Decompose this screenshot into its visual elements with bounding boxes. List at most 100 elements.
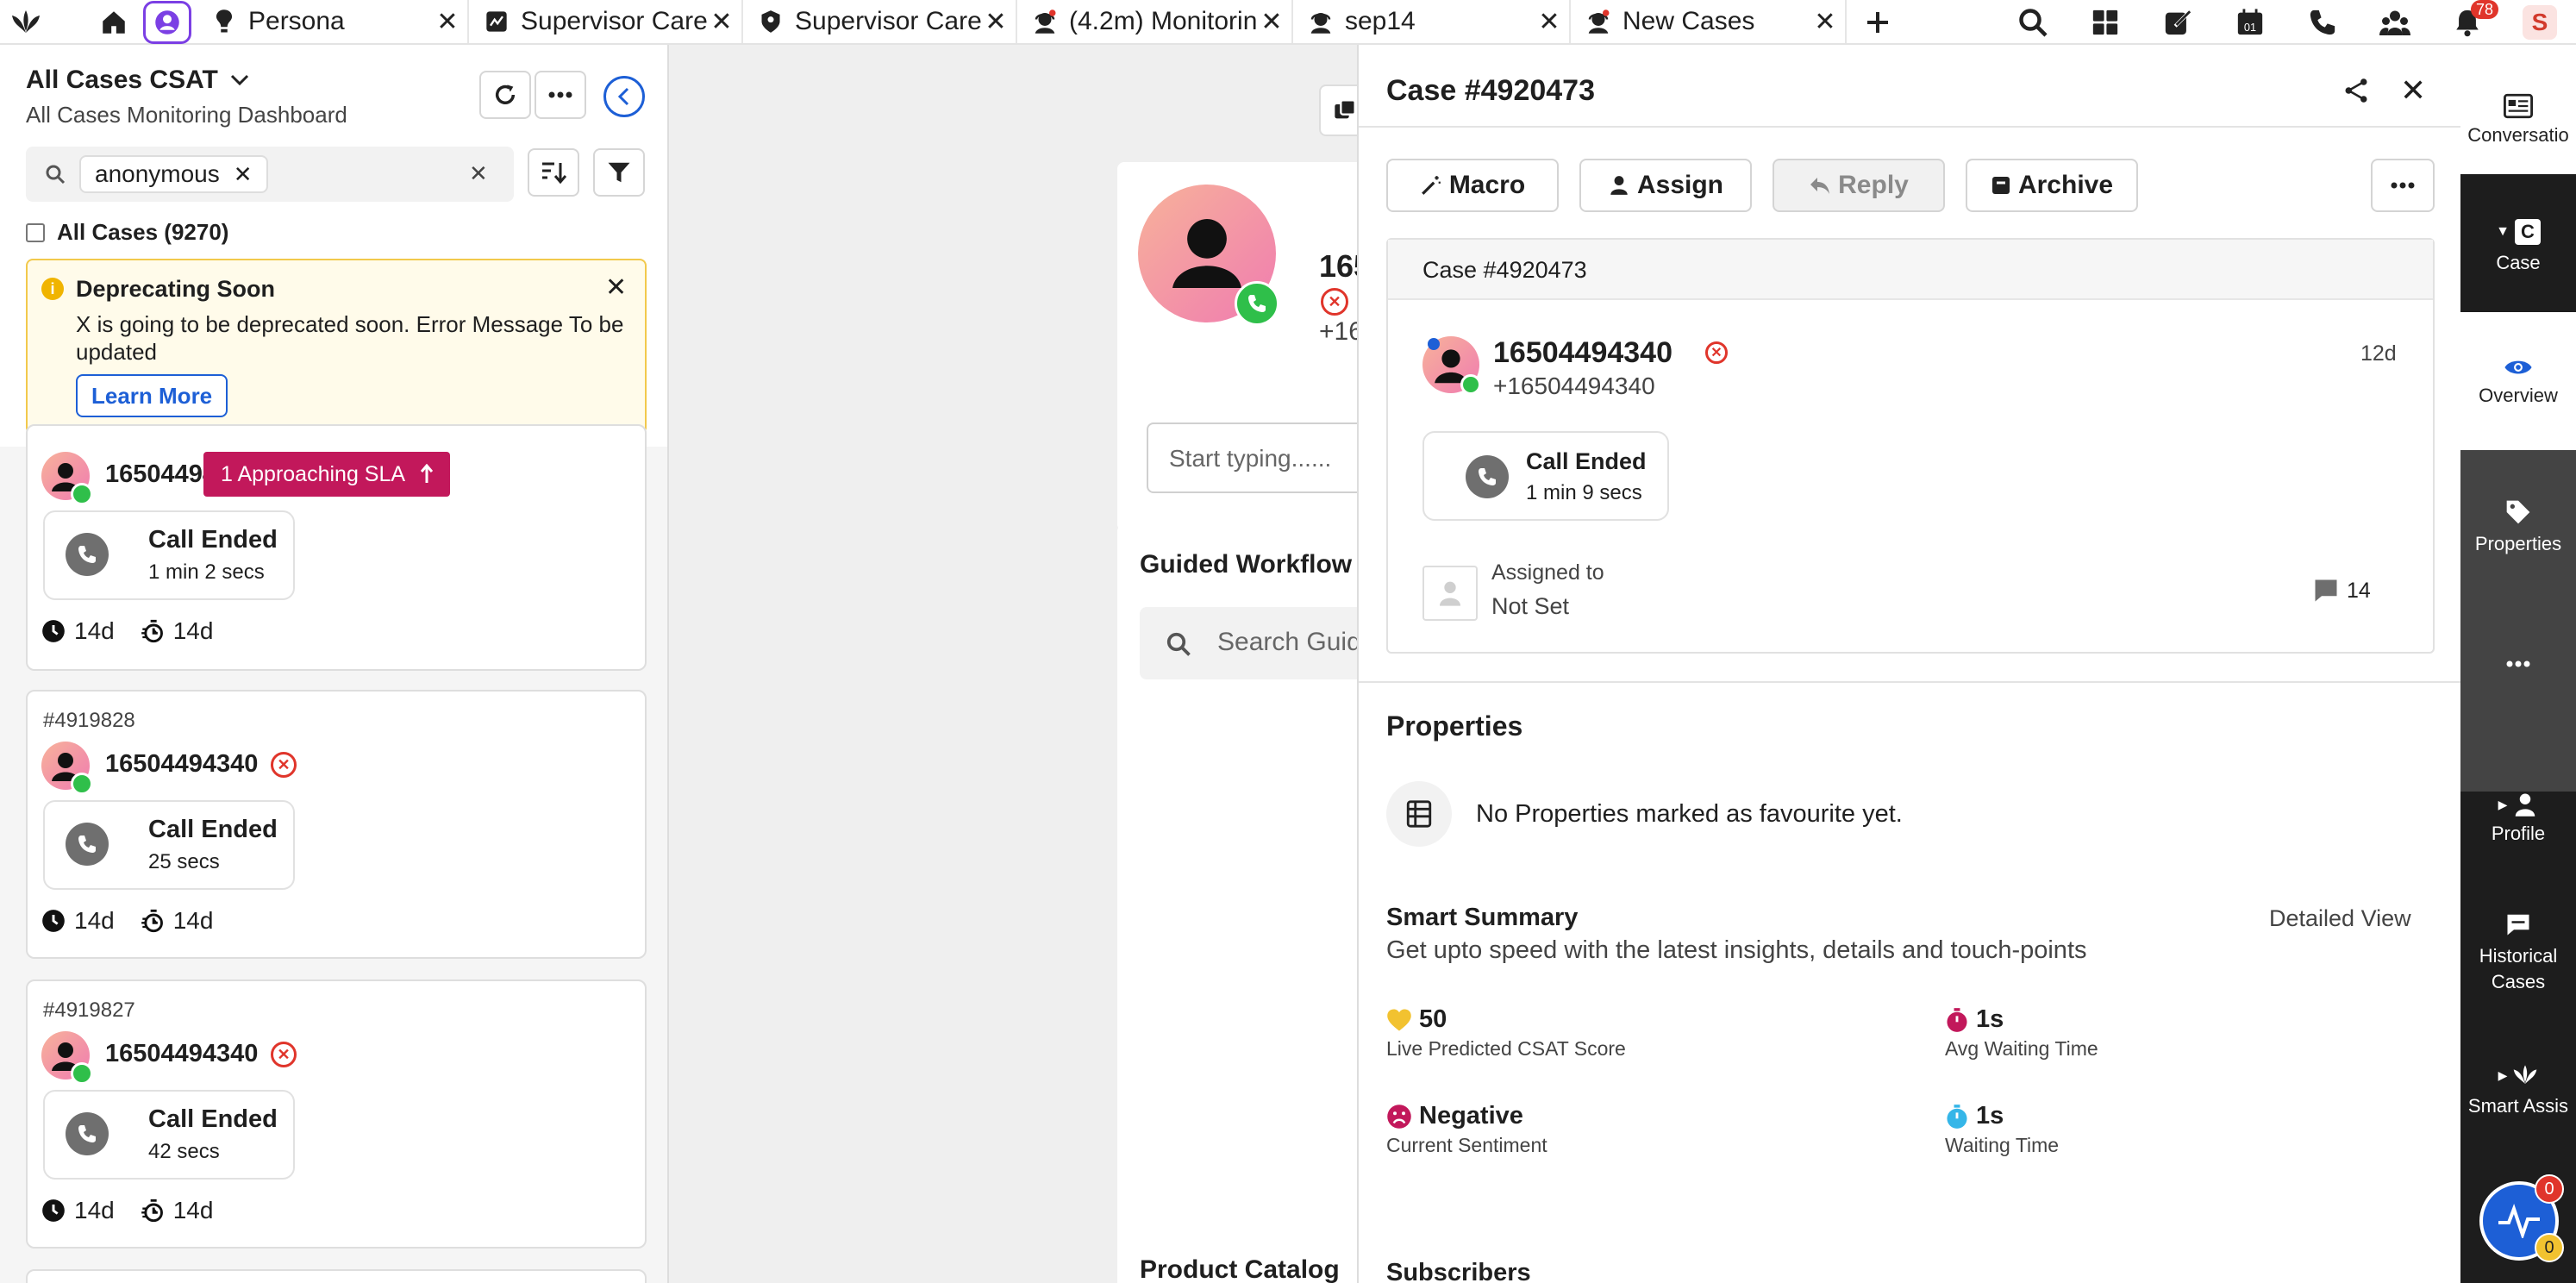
share-icon[interactable] — [2343, 78, 2369, 103]
search-icon[interactable] — [2016, 5, 2050, 40]
tab-supervisor-care-2[interactable]: Supervisor Care ✕ — [743, 0, 1017, 43]
assigned-value[interactable]: Not Set — [1491, 593, 1569, 620]
user-avatar[interactable]: S — [2523, 5, 2557, 40]
sla-badge[interactable]: 1 Approaching SLA — [203, 452, 451, 497]
more-actions-button[interactable] — [2371, 159, 2435, 212]
chevron-left-icon — [617, 87, 629, 106]
close-icon[interactable]: ✕ — [707, 7, 736, 37]
sidebar-more[interactable] — [2460, 660, 2576, 712]
collapse-pane-button[interactable] — [603, 76, 645, 117]
close-icon[interactable]: ✕ — [1257, 7, 1286, 37]
close-icon[interactable]: ✕ — [433, 7, 462, 37]
notice-title: Deprecating Soon — [76, 276, 276, 302]
svg-text:01: 01 — [2244, 21, 2256, 34]
search-filter-chip: anonymous ✕ — [79, 155, 268, 193]
home-icon[interactable] — [97, 5, 131, 40]
refresh-button[interactable] — [479, 71, 531, 119]
close-icon[interactable]: ✕ — [1810, 7, 1840, 37]
macro-button[interactable]: Macro — [1386, 159, 1559, 212]
case-card[interactable]: 16504494340 ✕ 1 Approaching SLA Call End… — [26, 424, 647, 671]
detailed-view-link[interactable]: Detailed View — [2269, 905, 2411, 932]
sidebar-item-profile[interactable]: ▶ Profile — [2460, 786, 2576, 898]
clear-search-icon[interactable]: ✕ — [469, 160, 488, 187]
tab-label: sep14 — [1345, 7, 1416, 35]
tab-sep14[interactable]: sep14 ✕ — [1293, 0, 1571, 43]
error-icon: ✕ — [271, 752, 297, 778]
fab-alert-badge: 0 — [2535, 1174, 2564, 1204]
toolbar-button[interactable] — [1319, 84, 1359, 136]
persona-switch-icon[interactable] — [143, 1, 191, 44]
properties-list-icon — [1386, 781, 1452, 847]
view-selector[interactable]: All Cases CSAT — [26, 66, 249, 95]
contact-avatar — [41, 742, 93, 795]
case-id: #4919827 — [43, 998, 135, 1022]
notification-count-badge: 78 — [2471, 0, 2499, 19]
assignee-avatar — [1422, 566, 1478, 621]
properties-empty-message: No Properties marked as favourite yet. — [1476, 800, 1903, 828]
case-card[interactable]: #4919827 16504494340 ✕ Call Ended 42 sec… — [26, 979, 647, 1249]
archive-button[interactable]: Archive — [1966, 159, 2138, 212]
phone-icon[interactable] — [2305, 5, 2340, 40]
tab-monitoring[interactable]: (4.2m) Monitorin ✕ — [1017, 0, 1293, 43]
tab-new-cases[interactable]: New Cases ✕ — [1571, 0, 1847, 43]
contact-avatar-large — [1138, 185, 1279, 326]
case-card[interactable] — [26, 1269, 647, 1283]
more-icon — [2506, 660, 2530, 667]
reply-icon — [1810, 178, 1830, 194]
learn-more-button[interactable]: Learn More — [76, 374, 228, 417]
whatsapp-call-icon — [71, 773, 93, 795]
sla-age: 14d — [172, 1197, 214, 1224]
chip-close-icon[interactable]: ✕ — [234, 161, 253, 188]
composer-input[interactable]: Start typing...... — [1147, 422, 1359, 493]
error-icon: ✕ — [1705, 341, 1728, 364]
profile-icon — [2516, 793, 2535, 817]
archive-label: Archive — [2017, 171, 2114, 199]
filter-button[interactable] — [593, 148, 645, 197]
apps-grid-icon[interactable] — [2088, 5, 2123, 40]
case-age: 14d — [74, 907, 115, 934]
sidebar-item-smart-assist[interactable]: ▶ Smart Assis — [2460, 1062, 2576, 1166]
sidebar-item-properties[interactable]: Properties — [2460, 498, 2576, 602]
team-icon[interactable] — [2378, 5, 2412, 40]
sidebar-item-case[interactable]: ▼ C Case — [2460, 174, 2576, 312]
metric-label: Avg Waiting Time — [1945, 1037, 2098, 1060]
sort-icon — [542, 162, 566, 185]
more-options-button[interactable] — [535, 71, 586, 119]
search-input[interactable]: anonymous ✕ ✕ — [26, 147, 514, 202]
reply-button[interactable]: Reply — [1773, 159, 1945, 212]
metric-value: 1s — [1976, 1005, 2004, 1033]
whatsapp-call-icon — [1460, 374, 1481, 395]
close-icon[interactable]: ✕ — [1535, 7, 1564, 37]
add-tab-icon[interactable] — [1860, 5, 1895, 40]
compose-icon[interactable] — [2160, 5, 2195, 40]
sidebar-item-historical-cases[interactable]: Historical Cases — [2460, 907, 2576, 1045]
guided-workflow-title: Guided Workflow V — [1140, 550, 1359, 579]
call-duration: 1 min 9 secs — [1526, 481, 1642, 504]
contact-phone: 16504494340 — [105, 1040, 259, 1067]
call-duration: 25 secs — [148, 850, 220, 873]
view-title: All Cases CSAT — [26, 66, 218, 94]
phone-icon — [66, 823, 109, 866]
sidebar-item-overview[interactable]: Overview — [2460, 312, 2576, 450]
guided-search-input[interactable]: Search Guide — [1140, 607, 1359, 679]
metric-waiting: 1s Waiting Time — [1945, 1102, 2059, 1157]
chevron-down-icon — [230, 74, 249, 86]
tab-persona[interactable]: Persona ✕ — [197, 0, 469, 43]
close-icon[interactable]: ✕ — [981, 7, 1010, 37]
case-icon: C — [2514, 219, 2541, 245]
tab-supervisor-care-1[interactable]: Supervisor Care ✕ — [469, 0, 743, 43]
sort-button[interactable] — [528, 148, 579, 197]
calendar-icon[interactable]: 01 — [2233, 5, 2267, 40]
metric-value: 1s — [1976, 1102, 2004, 1130]
assign-button[interactable]: Assign — [1579, 159, 1752, 212]
sidebar-item-conversation[interactable]: Conversatio — [2460, 45, 2576, 174]
case-card[interactable]: #4919828 16504494340 ✕ Call Ended 25 sec… — [26, 690, 647, 959]
call-summary: Call Ended 1 min 9 secs — [1422, 431, 1669, 521]
close-notice-icon[interactable]: ✕ — [605, 272, 627, 303]
sprinklr-logo-icon[interactable] — [9, 5, 43, 40]
select-all-row[interactable]: All Cases (9270) — [26, 219, 228, 246]
select-all-checkbox[interactable] — [26, 222, 45, 242]
close-drawer-icon[interactable]: ✕ — [2400, 72, 2426, 109]
comment-count[interactable]: 14 — [2312, 578, 2371, 604]
whatsapp-call-icon — [1235, 281, 1279, 326]
